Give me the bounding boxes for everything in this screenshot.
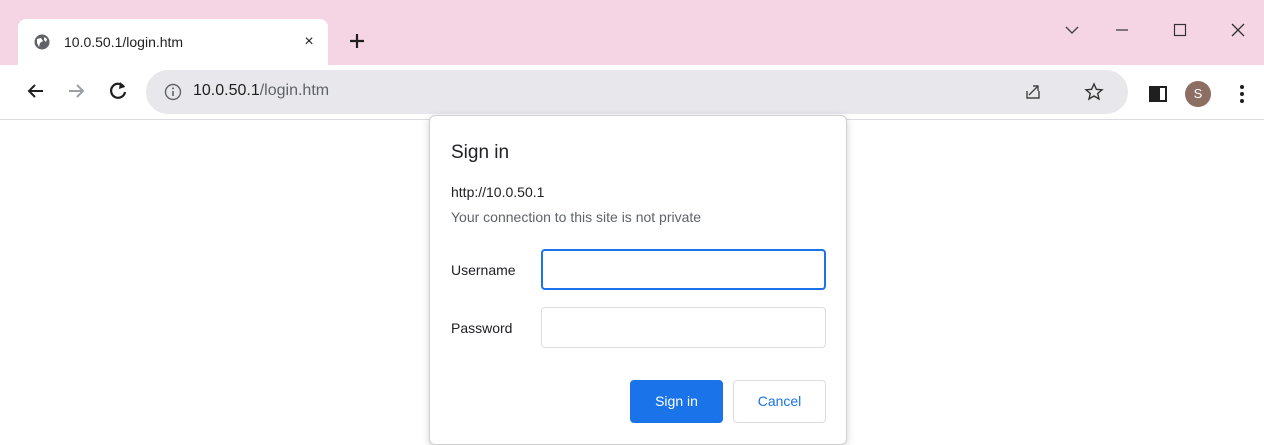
username-input[interactable]	[541, 249, 826, 290]
sign-in-button[interactable]: Sign in	[630, 380, 723, 423]
more-menu-icon[interactable]	[1230, 82, 1254, 106]
username-label: Username	[451, 262, 516, 278]
url-host: 10.0.50.1	[193, 82, 260, 99]
side-panel-icon[interactable]	[1146, 82, 1170, 106]
chevron-down-icon[interactable]	[1060, 18, 1084, 42]
browser-toolbar: 10.0.50.1/login.htm S	[0, 65, 1264, 120]
reload-icon[interactable]	[106, 79, 130, 103]
close-icon[interactable]	[1226, 18, 1250, 42]
tab-close-icon[interactable]: ×	[299, 32, 319, 52]
share-icon[interactable]	[1023, 82, 1043, 102]
password-input[interactable]	[541, 307, 826, 348]
tab-strip: 10.0.50.1/login.htm ×	[0, 0, 1264, 65]
info-icon[interactable]	[164, 83, 182, 101]
connection-warning: Your connection to this site is not priv…	[451, 209, 702, 225]
sign-in-dialog: Sign in http://10.0.50.1 Your connection…	[429, 115, 847, 445]
minimize-icon[interactable]	[1110, 18, 1134, 42]
dialog-origin: http://10.0.50.1	[451, 184, 545, 200]
tab-title: 10.0.50.1/login.htm	[64, 34, 184, 50]
back-arrow-icon[interactable]	[24, 79, 48, 103]
url-text[interactable]: 10.0.50.1/login.htm	[193, 82, 329, 100]
profile-avatar[interactable]: S	[1185, 81, 1211, 107]
browser-tab[interactable]: 10.0.50.1/login.htm ×	[18, 19, 328, 65]
bookmark-star-icon[interactable]	[1084, 82, 1104, 102]
url-path: /login.htm	[259, 82, 330, 99]
globe-icon	[34, 34, 50, 50]
address-bar[interactable]: 10.0.50.1/login.htm	[146, 70, 1128, 114]
maximize-icon[interactable]	[1168, 18, 1192, 42]
forward-arrow-icon[interactable]	[64, 79, 88, 103]
cancel-button[interactable]: Cancel	[733, 380, 826, 423]
plus-icon[interactable]	[345, 29, 369, 53]
dialog-title: Sign in	[451, 142, 510, 163]
password-label: Password	[451, 320, 513, 336]
